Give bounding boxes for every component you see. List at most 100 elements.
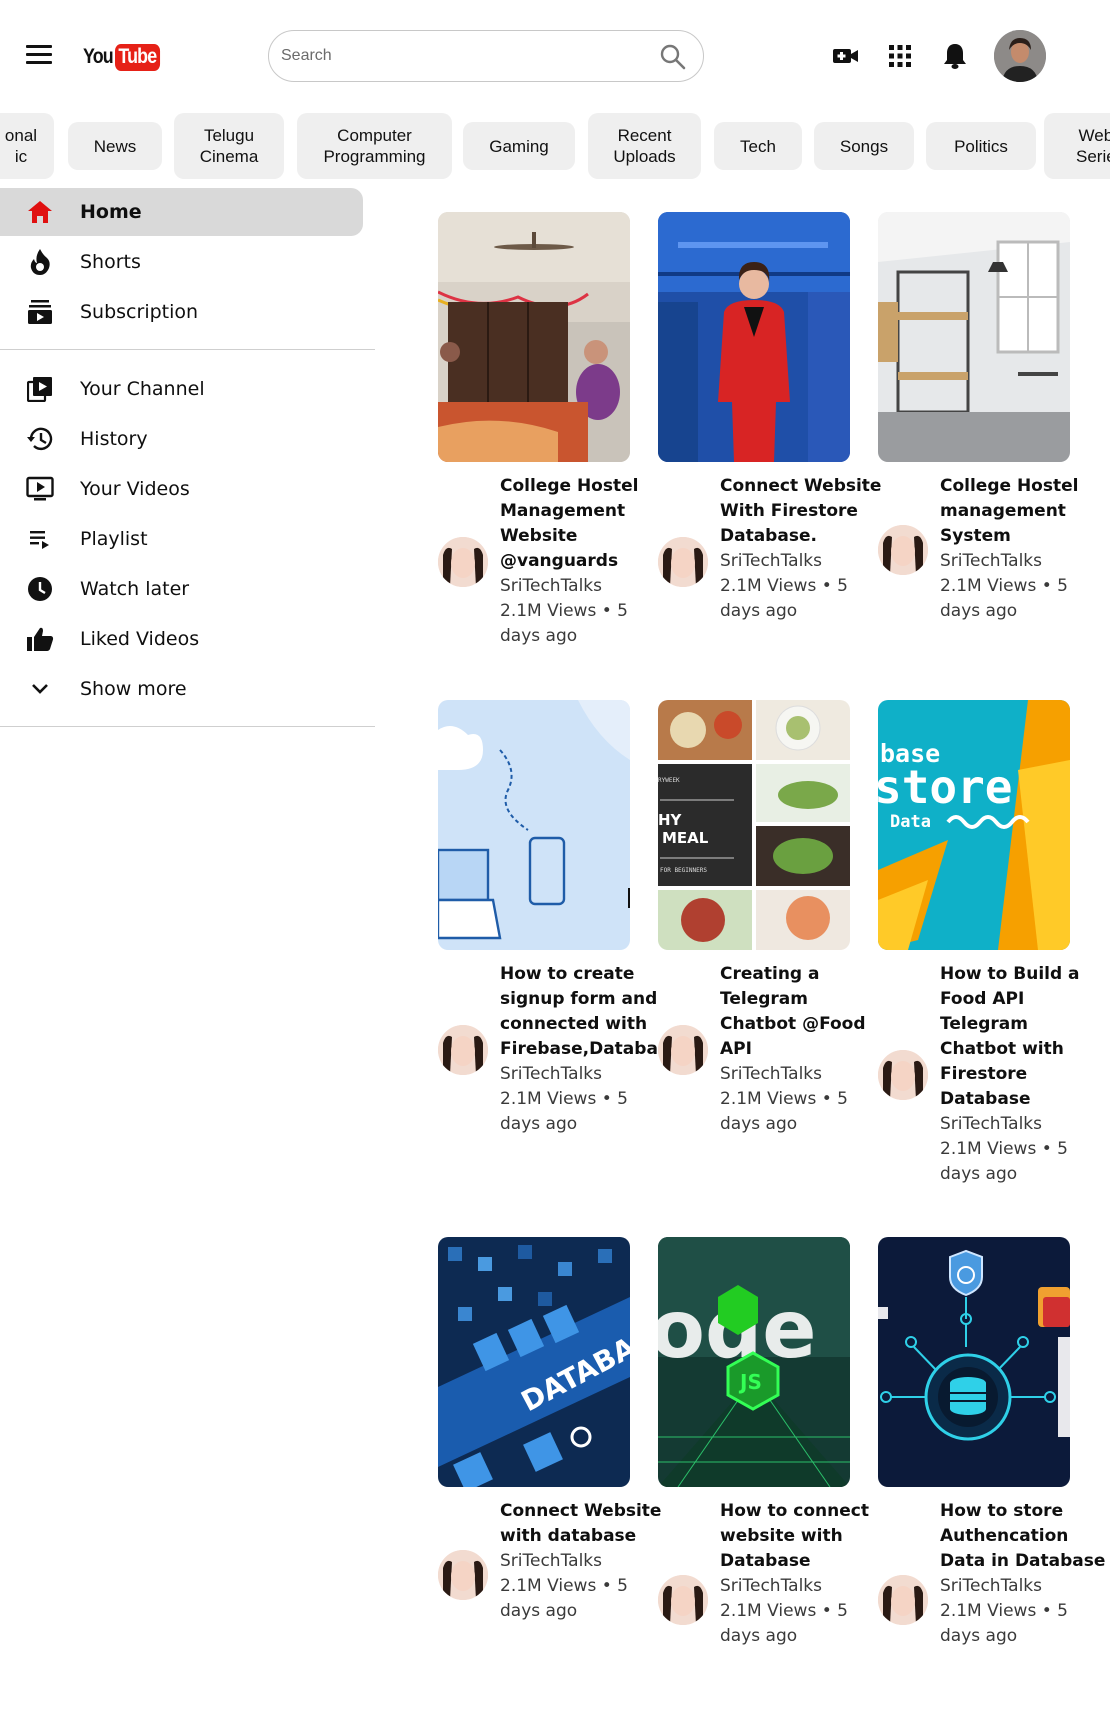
video-thumbnail[interactable] bbox=[438, 212, 630, 462]
category-chips-bar: onal ic News Telugu Cinema Computer Prog… bbox=[0, 112, 1110, 180]
video-title[interactable]: College Hostel management System bbox=[940, 474, 1110, 549]
thumb-text: JS bbox=[738, 1370, 762, 1394]
your-channel-icon bbox=[25, 374, 55, 404]
channel-name[interactable]: SriTechTalks bbox=[720, 549, 890, 574]
thumb-text: store bbox=[878, 760, 1012, 814]
video-info: Connect Website with database SriTechTal… bbox=[500, 1499, 670, 1624]
clock-icon bbox=[25, 574, 55, 604]
video-info: College Hostel Management Website @vangu… bbox=[500, 474, 670, 649]
video-thumbnail[interactable]: DATABASE bbox=[438, 1237, 630, 1487]
sidebar-item-watch-later[interactable]: Watch later bbox=[0, 565, 363, 613]
video-thumbnail[interactable] bbox=[878, 1237, 1070, 1487]
chip-web-series[interactable]: Web Serie bbox=[1044, 113, 1110, 179]
sidebar-item-history[interactable]: History bbox=[0, 415, 363, 463]
channel-name[interactable]: SriTechTalks bbox=[720, 1574, 890, 1599]
user-avatar[interactable] bbox=[994, 30, 1046, 82]
sidebar-item-label: Show more bbox=[80, 678, 187, 700]
video-title[interactable]: Creating a Telegram Chatbot @Food API bbox=[720, 962, 890, 1062]
channel-avatar[interactable] bbox=[658, 1025, 708, 1075]
sidebar-item-liked-videos[interactable]: Liked Videos bbox=[0, 615, 363, 663]
shorts-icon bbox=[25, 247, 55, 277]
video-stats: 2.1M Views • 5 days ago bbox=[720, 576, 848, 621]
video-title[interactable]: How to Build a Food API Telegram Chatbot… bbox=[940, 962, 1110, 1112]
sidebar-item-label: Subscription bbox=[80, 301, 199, 323]
chip-recent-uploads[interactable]: Recent Uploads bbox=[588, 113, 701, 179]
video-thumbnail[interactable]: ode JS bbox=[658, 1237, 850, 1487]
channel-avatar[interactable] bbox=[658, 537, 708, 587]
thumb-text: MEAL bbox=[662, 829, 709, 847]
channel-avatar[interactable] bbox=[438, 537, 488, 587]
subscriptions-icon bbox=[25, 297, 55, 327]
video-thumbnail[interactable] bbox=[658, 212, 850, 462]
your-videos-icon bbox=[25, 474, 55, 504]
video-title[interactable]: Connect Website With Firestore Database. bbox=[720, 474, 890, 549]
playlist-icon bbox=[25, 524, 55, 554]
sidebar-item-your-videos[interactable]: Your Videos bbox=[0, 465, 363, 513]
channel-name[interactable]: SriTechTalks bbox=[940, 1574, 1110, 1599]
chip-politics[interactable]: Politics bbox=[926, 122, 1036, 170]
channel-avatar[interactable] bbox=[878, 1575, 928, 1625]
video-thumbnail[interactable]: RYWEEK HY MEAL FOR BEGINNERS bbox=[658, 700, 850, 950]
chip-tech[interactable]: Tech bbox=[714, 122, 802, 170]
video-stats: 2.1M Views • 5 days ago bbox=[940, 1601, 1068, 1646]
sidebar-item-subscription[interactable]: Subscription bbox=[0, 288, 363, 336]
video-info: College Hostel management System SriTech… bbox=[940, 474, 1110, 624]
video-title[interactable]: College Hostel Management Website @vangu… bbox=[500, 474, 670, 574]
channel-avatar[interactable] bbox=[438, 1025, 488, 1075]
video-stats: 2.1M Views • 5 days ago bbox=[940, 576, 1068, 621]
channel-avatar[interactable] bbox=[878, 525, 928, 575]
search-bar bbox=[268, 30, 704, 82]
hamburger-menu-icon[interactable] bbox=[26, 45, 52, 67]
chip-telugu-cinema[interactable]: Telugu Cinema bbox=[174, 113, 284, 179]
video-title[interactable]: How to store Authencation Data in Databa… bbox=[940, 1499, 1110, 1574]
video-thumbnail[interactable] bbox=[438, 700, 630, 950]
channel-avatar[interactable] bbox=[878, 1050, 928, 1100]
channel-name[interactable]: SriTechTalks bbox=[500, 1062, 670, 1087]
youtube-logo[interactable]: You Tube bbox=[83, 42, 168, 72]
sidebar-divider bbox=[0, 349, 375, 350]
history-icon bbox=[25, 424, 55, 454]
sidebar-item-label: Your Videos bbox=[80, 478, 190, 500]
sidebar-item-shorts[interactable]: Shorts bbox=[0, 238, 363, 286]
search-icon[interactable] bbox=[659, 43, 687, 71]
logo-text-you: You bbox=[83, 45, 114, 68]
notification-bell-icon[interactable] bbox=[939, 40, 971, 72]
channel-avatar[interactable] bbox=[438, 1550, 488, 1600]
sidebar-item-playlist[interactable]: Playlist bbox=[0, 515, 363, 563]
video-stats: 2.1M Views • 5 days ago bbox=[500, 1089, 628, 1134]
sidebar-item-your-channel[interactable]: Your Channel bbox=[0, 365, 363, 413]
video-thumbnail[interactable]: base store Data bbox=[878, 700, 1070, 950]
video-title[interactable]: How to create signup form and connected … bbox=[500, 962, 680, 1062]
logo-text-tube: Tube bbox=[115, 43, 160, 71]
home-icon bbox=[25, 197, 55, 227]
sidebar-item-show-more[interactable]: Show more bbox=[0, 665, 363, 713]
create-video-icon[interactable] bbox=[830, 40, 862, 72]
sidebar-divider bbox=[0, 726, 375, 727]
chip-songs[interactable]: Songs bbox=[814, 122, 914, 170]
chip-news[interactable]: News bbox=[68, 122, 162, 170]
sidebar-item-label: Watch later bbox=[80, 578, 190, 600]
sidebar-item-label: Shorts bbox=[80, 251, 141, 273]
video-info: How to store Authencation Data in Databa… bbox=[940, 1499, 1110, 1649]
channel-name[interactable]: SriTechTalks bbox=[500, 1549, 670, 1574]
channel-avatar[interactable] bbox=[658, 1575, 708, 1625]
video-thumbnail[interactable] bbox=[878, 212, 1070, 462]
thumb-text: Data bbox=[890, 812, 931, 832]
search-input[interactable] bbox=[281, 36, 641, 76]
chip-computer-programming[interactable]: Computer Programming bbox=[297, 113, 452, 179]
sidebar-item-home[interactable]: Home bbox=[0, 188, 363, 236]
chip-gaming[interactable]: Gaming bbox=[463, 122, 575, 170]
channel-name[interactable]: SriTechTalks bbox=[720, 1062, 890, 1087]
video-title[interactable]: How to connect website with Database bbox=[720, 1499, 890, 1574]
channel-name[interactable]: SriTechTalks bbox=[940, 549, 1110, 574]
video-title[interactable]: Connect Website with database bbox=[500, 1499, 670, 1549]
chip-national[interactable]: onal ic bbox=[0, 113, 54, 179]
video-info: Creating a Telegram Chatbot @Food API Sr… bbox=[720, 962, 890, 1137]
top-header: You Tube bbox=[0, 0, 1110, 112]
sidebar-item-label: Playlist bbox=[80, 528, 148, 550]
video-stats: 2.1M Views • 5 days ago bbox=[500, 1576, 628, 1621]
apps-grid-icon[interactable] bbox=[884, 40, 916, 72]
channel-name[interactable]: SriTechTalks bbox=[940, 1112, 1110, 1137]
chevron-down-icon bbox=[25, 674, 55, 704]
channel-name[interactable]: SriTechTalks bbox=[500, 574, 670, 599]
